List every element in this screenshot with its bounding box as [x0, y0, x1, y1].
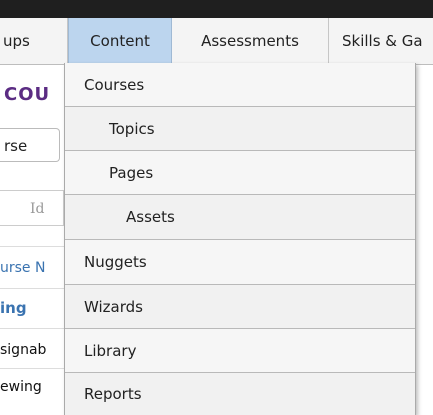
menu-item-assets[interactable]: Assets: [65, 195, 415, 240]
nav-tab-skills[interactable]: Skills & Ga: [329, 18, 433, 64]
column-header-course-name[interactable]: urse N: [0, 260, 45, 276]
menu-item-wizards[interactable]: Wizards: [65, 285, 415, 329]
table-row[interactable]: signab: [0, 342, 46, 358]
menu-item-reports[interactable]: Reports: [65, 373, 415, 415]
menu-item-pages[interactable]: Pages: [65, 151, 415, 195]
add-course-button[interactable]: rse: [0, 128, 60, 162]
table-divider: [0, 246, 64, 247]
menu-item-courses[interactable]: Courses: [65, 63, 415, 107]
menu-item-topics[interactable]: Topics: [65, 107, 415, 151]
page-title: COU: [4, 84, 51, 105]
table-row[interactable]: ewing: [0, 379, 42, 395]
nav-tab-content[interactable]: Content: [68, 18, 172, 64]
menu-item-library[interactable]: Library: [65, 329, 415, 373]
table-divider: [0, 328, 64, 329]
table-row-title[interactable]: ing: [0, 299, 27, 317]
nav-tab-assessments[interactable]: Assessments: [172, 18, 329, 64]
top-bar: [0, 0, 433, 18]
nav-tab-groups[interactable]: ups: [0, 18, 68, 64]
table-divider: [0, 368, 64, 369]
id-filter-input[interactable]: Id: [0, 190, 64, 226]
table-divider: [0, 288, 64, 289]
menu-item-nuggets[interactable]: Nuggets: [65, 240, 415, 285]
content-dropdown-menu: Courses Topics Pages Assets Nuggets Wiza…: [64, 63, 416, 415]
